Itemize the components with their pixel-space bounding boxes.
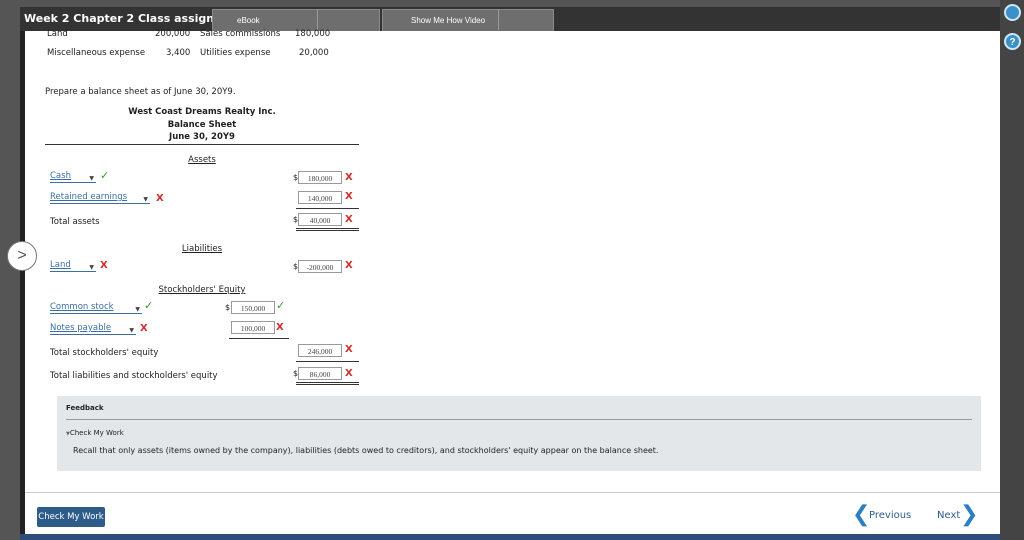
feedback-panel: Feedback ▼Check My Work Recall that only… <box>57 396 981 471</box>
company-name: West Coast Dreams Realty Inc. <box>128 107 276 117</box>
total-double-rule <box>296 230 359 231</box>
equity-2-account-select[interactable]: Notes payable ▼ <box>50 323 136 335</box>
incorrect-x-icon: X <box>345 172 353 183</box>
given-value-land: 200,000 <box>155 29 191 39</box>
incorrect-x-icon: X <box>100 260 108 271</box>
correct-check-icon: ✓ <box>100 169 110 182</box>
help-glyph: ? <box>1009 37 1016 48</box>
asset-1-amount-input[interactable]: 180,000 <box>298 171 342 184</box>
refresh-icon[interactable] <box>1004 4 1021 21</box>
subtotal-rule <box>296 208 359 209</box>
check-my-work-button[interactable]: Check My Work <box>37 507 105 527</box>
incorrect-x-icon: X <box>140 323 148 334</box>
asset-2-amount-input[interactable]: 140,000 <box>298 191 342 204</box>
incorrect-x-icon: X <box>276 322 284 333</box>
incorrect-x-icon: X <box>345 260 353 271</box>
correct-check-icon: ✓ <box>276 299 286 312</box>
instruction-text: Prepare a balance sheet as of June 30, 2… <box>45 87 236 97</box>
help-icon[interactable]: ? <box>1004 33 1021 50</box>
given-label-utilities-expense: Utilities expense <box>200 48 271 58</box>
incorrect-x-icon: X <box>156 193 164 204</box>
given-label-misc-expense: Miscellaneous expense <box>47 48 146 58</box>
incorrect-x-icon: X <box>345 344 353 355</box>
show-me-how-video-button[interactable]: Show Me How Video <box>382 9 554 32</box>
chevron-right-icon[interactable]: ❯ <box>960 502 978 527</box>
previous-link[interactable]: Previous <box>869 510 911 521</box>
incorrect-x-icon: X <box>345 191 353 202</box>
currency-sign: $ <box>225 303 231 312</box>
right-rail <box>1000 0 1024 540</box>
chevron-down-icon: ▼ <box>143 196 148 203</box>
asset-1-account: Cash <box>50 171 71 181</box>
statement-date: June 30, 20Y9 <box>169 132 235 142</box>
total-equity-input[interactable]: 246,000 <box>298 344 342 357</box>
check-my-work-toggle[interactable]: ▼Check My Work <box>66 429 124 437</box>
equity-subtotal-rule <box>229 338 289 339</box>
liability-1-account-select[interactable]: Land ▼ <box>50 260 96 272</box>
total-rule <box>296 228 359 229</box>
feedback-title: Feedback <box>66 404 104 412</box>
liability-1-amount-input[interactable]: -200,000 <box>298 260 342 273</box>
correct-check-icon: ✓ <box>144 299 154 312</box>
feedback-rule <box>66 419 972 420</box>
heading-rule <box>45 144 359 145</box>
chevron-right-icon: > <box>17 247 27 264</box>
equity-1-account-select[interactable]: Common stock ▼ <box>50 302 142 314</box>
incorrect-x-icon: X <box>345 214 353 225</box>
asset-2-account: Retained earnings <box>50 192 128 202</box>
asset-2-account-select[interactable]: Retained earnings ▼ <box>50 192 150 204</box>
given-value-utilities-expense: 20,000 <box>299 48 329 58</box>
grand-total-rule <box>296 382 359 383</box>
liability-1-account: Land <box>50 260 71 270</box>
chevron-down-icon: ▼ <box>89 264 94 271</box>
liabilities-heading: Liabilities <box>181 244 223 254</box>
video-label: Show Me How Video <box>411 16 486 25</box>
asset-1-account-select[interactable]: Cash ▼ <box>50 171 96 183</box>
total-liab-equity-input[interactable]: 86,000 <box>298 367 342 380</box>
assignment-header-bar: Week 2 Chapter 2 Class assignment eBook … <box>20 7 1000 32</box>
given-label-sales-commissions: Sales commissions <box>200 29 281 39</box>
chevron-down-icon: ▼ <box>89 175 94 182</box>
question-content: Land 200,000 Sales commissions 180,000 M… <box>25 29 1000 534</box>
total-assets-input[interactable]: 40,000 <box>298 213 342 226</box>
bottom-strip <box>20 534 1000 540</box>
chevron-down-icon: ▼ <box>135 306 140 313</box>
feedback-text: Recall that only assets (items owned by … <box>73 446 659 455</box>
given-label-land: Land <box>47 29 68 39</box>
assets-heading: Assets <box>188 155 216 165</box>
ebook-label: eBook <box>237 16 260 25</box>
equity-heading: Stockholders' Equity <box>158 285 246 295</box>
chevron-down-icon: ▼ <box>129 327 134 334</box>
given-value-sales-commissions: 180,000 <box>295 29 331 39</box>
total-assets-label: Total assets <box>50 217 100 227</box>
toggle-label: Check My Work <box>69 429 124 437</box>
equity-2-account: Notes payable <box>50 323 112 333</box>
incorrect-x-icon: X <box>345 368 353 379</box>
equity-1-amount-input[interactable]: 150,000 <box>231 301 275 314</box>
equity-2-amount-input[interactable]: 100,000 <box>231 321 275 334</box>
given-value-misc-expense: 3,400 <box>166 48 191 58</box>
statement-name: Balance Sheet <box>167 120 237 130</box>
chevron-left-icon[interactable]: ❮ <box>852 502 870 527</box>
equity-1-account: Common stock <box>50 302 114 312</box>
grand-total-double-rule <box>296 384 359 385</box>
total-equity-label: Total stockholders' equity <box>50 348 159 358</box>
expand-panel-button[interactable]: > <box>7 241 37 271</box>
footer-divider <box>25 492 1000 493</box>
equity-total-rule <box>296 361 359 362</box>
next-link[interactable]: Next <box>937 510 960 521</box>
total-liab-equity-label: Total liabilities and stockholders' equi… <box>50 371 218 381</box>
